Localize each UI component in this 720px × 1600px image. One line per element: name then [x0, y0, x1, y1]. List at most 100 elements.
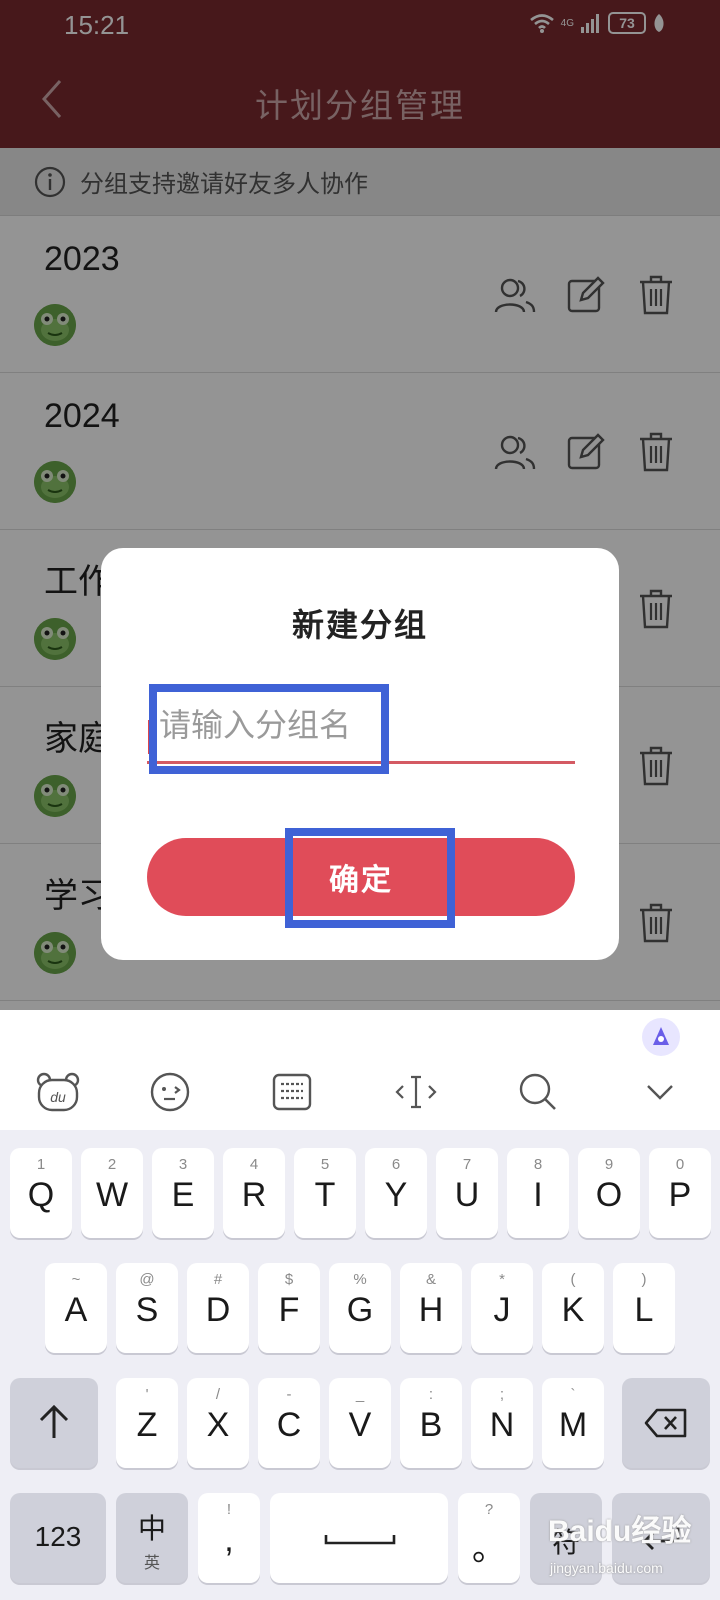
key-main: U	[454, 1176, 480, 1214]
key-l[interactable]: ) L	[613, 1263, 675, 1353]
new-group-dialog: 新建分组 确定	[101, 548, 619, 960]
app-screen: 15:21 4G 73 计划分组管理 分组支持邀请好友多人协作 2023 202…	[0, 0, 720, 1010]
key-main: V	[348, 1406, 372, 1444]
period-key[interactable]: ?。	[458, 1493, 520, 1583]
key-n[interactable]: ; N	[471, 1378, 533, 1468]
key-r[interactable]: 4R	[223, 1148, 285, 1238]
key-main: H	[418, 1291, 444, 1329]
space-key[interactable]	[270, 1493, 448, 1583]
emoji-icon	[150, 1072, 190, 1112]
key-sub: /	[215, 1386, 221, 1403]
key-p[interactable]: 0P	[649, 1148, 711, 1238]
key-sub: 1	[36, 1156, 46, 1173]
numbers-key[interactable]: 123	[10, 1493, 106, 1583]
search-button[interactable]	[508, 1062, 568, 1122]
key-b[interactable]: :B	[400, 1378, 462, 1468]
key-sub: #	[213, 1271, 223, 1288]
key-sub: *	[499, 1271, 505, 1288]
key-sub: @	[139, 1271, 155, 1288]
emoji-button[interactable]	[140, 1062, 200, 1122]
watermark: Baidu经验 jingyan.baidu.com	[548, 1498, 708, 1594]
key-sub: $	[284, 1271, 294, 1288]
key-c[interactable]: -C	[258, 1378, 320, 1468]
ai-assistant-button[interactable]	[642, 1018, 680, 1056]
key-main: M	[558, 1406, 588, 1444]
key-main: T	[314, 1176, 336, 1214]
key-sub: 4	[249, 1156, 259, 1173]
key-main: R	[241, 1176, 267, 1214]
key-sub: &	[425, 1271, 436, 1288]
key-main: N	[489, 1406, 515, 1444]
key-main: P	[668, 1176, 692, 1214]
key-x[interactable]: / X	[187, 1378, 249, 1468]
key-main: 。	[472, 1530, 506, 1568]
key-main: Q	[27, 1176, 55, 1214]
key-sub: :	[428, 1386, 434, 1403]
comma-key[interactable]: !,	[198, 1493, 260, 1583]
key-sub: !	[226, 1501, 232, 1518]
key-g[interactable]: % G	[329, 1263, 391, 1353]
cursor-move-button[interactable]	[386, 1062, 446, 1122]
key-h[interactable]: & H	[400, 1263, 462, 1353]
key-main: Y	[384, 1176, 408, 1214]
key-main: F	[278, 1291, 300, 1329]
key-sub: ~	[71, 1271, 81, 1288]
key-t[interactable]: 5T	[294, 1148, 356, 1238]
key-sub: 3	[178, 1156, 188, 1173]
key-main: S	[135, 1291, 159, 1329]
key-main: D	[205, 1291, 231, 1329]
key-d[interactable]: # D	[187, 1263, 249, 1353]
key-main: W	[95, 1176, 129, 1214]
du-bear-button[interactable]: du	[28, 1062, 88, 1122]
key-j[interactable]: * J	[471, 1263, 533, 1353]
key-w[interactable]: 2W	[81, 1148, 143, 1238]
key-sub: 0	[675, 1156, 685, 1173]
key-z[interactable]: ' Z	[116, 1378, 178, 1468]
collapse-keyboard-button[interactable]	[630, 1062, 690, 1122]
key-s[interactable]: @ S	[116, 1263, 178, 1353]
key-i[interactable]: 8I	[507, 1148, 569, 1238]
key-sub: _	[355, 1386, 365, 1403]
shift-key[interactable]	[10, 1378, 98, 1468]
key-o[interactable]: 9O	[578, 1148, 640, 1238]
key-main: A	[64, 1291, 88, 1329]
key-main: O	[595, 1176, 623, 1214]
key-u[interactable]: 7U	[436, 1148, 498, 1238]
language-switch-key[interactable]: 中英	[116, 1493, 188, 1583]
key-m[interactable]: ` M	[542, 1378, 604, 1468]
ai-assistant-icon	[653, 1027, 669, 1045]
backspace-icon	[644, 1408, 687, 1438]
key-sub: 6	[391, 1156, 401, 1173]
annotation-box-input	[149, 684, 389, 774]
du-bear-icon: du	[36, 1072, 80, 1112]
key-main: E	[171, 1176, 195, 1214]
numbers-key-label: 123	[34, 1521, 82, 1552]
key-main: Z	[136, 1406, 158, 1444]
space-bar-icon	[324, 1535, 396, 1545]
key-main: K	[561, 1291, 585, 1329]
key-e[interactable]: 3E	[152, 1148, 214, 1238]
keyboard-toolbar: du	[0, 1010, 720, 1130]
key-a[interactable]: ~ A	[45, 1263, 107, 1353]
key-sub: '	[145, 1386, 149, 1403]
key-f[interactable]: $ F	[258, 1263, 320, 1353]
key-sub: 9	[604, 1156, 614, 1173]
shift-arrow-icon	[39, 1404, 69, 1438]
backspace-key[interactable]	[622, 1378, 710, 1468]
lang-main: 中	[137, 1512, 166, 1545]
key-sub: %	[353, 1271, 367, 1288]
key-sub: 8	[533, 1156, 543, 1173]
key-v[interactable]: _ V	[329, 1378, 391, 1468]
key-sub: (	[570, 1271, 576, 1288]
key-main: ,	[224, 1521, 234, 1559]
key-q[interactable]: 1Q	[10, 1148, 72, 1238]
key-sub: `	[570, 1386, 576, 1403]
key-sub: ?	[484, 1501, 494, 1518]
key-sub: 2	[107, 1156, 117, 1173]
keyboard-layout-button[interactable]	[262, 1062, 322, 1122]
key-y[interactable]: 6Y	[365, 1148, 427, 1238]
cursor-move-icon	[395, 1075, 437, 1109]
dialog-title: 新建分组	[291, 606, 428, 644]
key-k[interactable]: (K	[542, 1263, 604, 1353]
key-main: I	[533, 1176, 543, 1214]
